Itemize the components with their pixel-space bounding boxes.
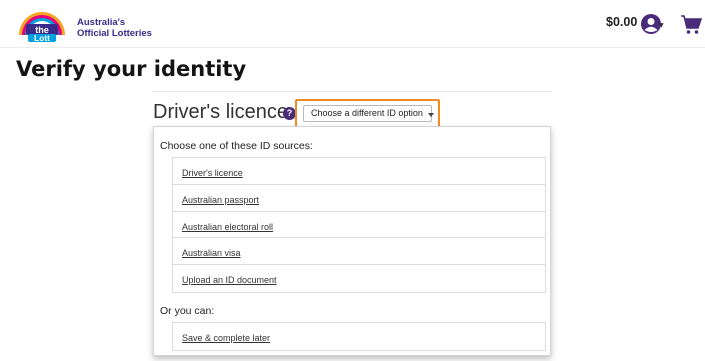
save-complete-later-link[interactable]: Save & complete later [182, 333, 270, 343]
caret-down-icon [428, 113, 434, 117]
id-source-passport-link[interactable]: Australian passport [182, 195, 259, 205]
account-balance[interactable]: $0.00 [606, 15, 637, 29]
list-item[interactable]: Australian electoral roll [173, 212, 545, 239]
list-item[interactable]: Save & complete later [173, 323, 545, 350]
the-lott-logo[interactable]: the Lott [14, 8, 70, 42]
choose-different-id-label: Choose a different ID option [311, 108, 423, 118]
id-source-drivers-licence-link[interactable]: Driver's licence [182, 168, 243, 178]
alternative-options-heading: Or you can: [160, 305, 215, 317]
id-source-electoral-roll-link[interactable]: Australian electoral roll [182, 222, 273, 232]
list-item[interactable]: Upload an ID document [173, 265, 545, 292]
id-source-upload-document-link[interactable]: Upload an ID document [182, 275, 277, 285]
id-sources-list: Driver's licence Australian passport Aus… [172, 157, 546, 293]
list-item[interactable]: Australian passport [173, 185, 545, 212]
list-item[interactable]: Australian visa [173, 238, 545, 266]
page-title: Verify your identity [16, 57, 247, 81]
section-divider [152, 91, 552, 92]
brand-tagline-line2: Official Lotteries [77, 28, 152, 39]
list-item[interactable]: Driver's licence [173, 158, 545, 185]
chevron-down-icon[interactable]: ▼ [659, 22, 664, 29]
choose-different-id-button[interactable]: Choose a different ID option [303, 105, 434, 122]
logo-line2: Lott [34, 33, 50, 42]
id-type-heading: Driver's licence [153, 101, 288, 123]
brand-tagline-line1: Australia's [77, 17, 126, 28]
id-options-dropdown: Choose one of these ID sources: Driver's… [153, 126, 551, 356]
alternative-options-list: Save & complete later [172, 322, 546, 351]
id-sources-heading: Choose one of these ID sources: [160, 140, 313, 152]
cart-icon[interactable] [680, 13, 702, 35]
id-source-visa-link[interactable]: Australian visa [182, 248, 241, 258]
site-header: the Lott Australia's Official Lotteries … [0, 0, 705, 48]
choose-id-option-highlight: Choose a different ID option [295, 99, 440, 128]
